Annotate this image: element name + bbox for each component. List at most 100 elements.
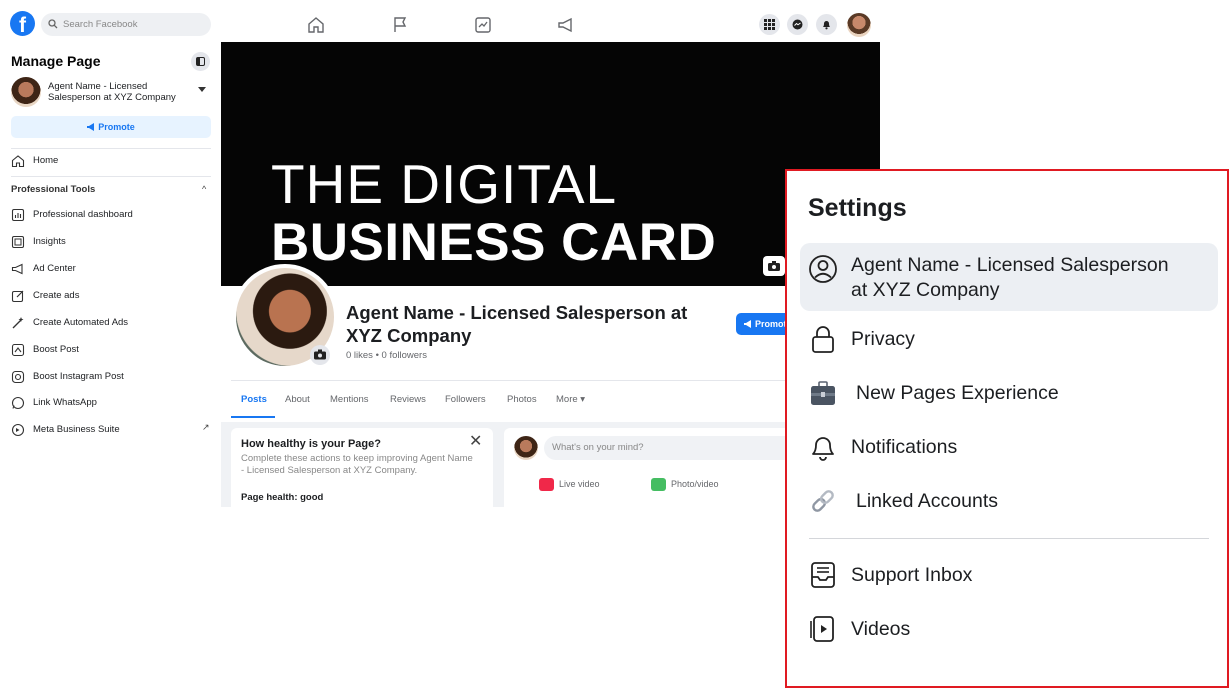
top-navigation-bar: f Search Facebook <box>0 0 880 44</box>
account-circle-icon <box>809 255 837 283</box>
bell-icon <box>812 437 834 461</box>
home-icon <box>11 155 25 168</box>
settings-item-label: Notifications <box>851 436 958 458</box>
megaphone-icon <box>744 320 751 328</box>
caret-down-icon[interactable] <box>198 87 206 92</box>
dashboard-icon <box>11 208 25 222</box>
megaphone-icon <box>87 123 95 131</box>
close-icon[interactable]: ✕ <box>469 434 482 450</box>
sidebar-item-ad-center[interactable]: Ad Center <box>11 260 76 278</box>
menu-grid-button[interactable] <box>759 14 780 35</box>
edit-profile-picture-button[interactable] <box>310 345 330 365</box>
messenger-button[interactable] <box>787 14 808 35</box>
health-card-title: How healthy is your Page? <box>241 438 381 450</box>
composer-avatar <box>514 436 538 460</box>
inbox-icon <box>811 562 835 588</box>
settings-panel: Settings Agent Name - Licensed Salespers… <box>785 169 1229 688</box>
sidebar-divider <box>11 176 211 177</box>
sidebar-item-create-ads[interactable]: Create ads <box>11 287 79 305</box>
notifications-button[interactable] <box>816 14 837 35</box>
photo-video-label: Photo/video <box>671 479 719 489</box>
business-suite-icon <box>11 423 25 437</box>
lock-icon <box>812 326 834 353</box>
health-card-description: Complete these actions to keep improving… <box>241 453 473 476</box>
facebook-logo[interactable]: f <box>10 11 35 36</box>
manage-page-sidebar: Manage Page Agent Name - Licensed Salesp… <box>0 44 220 514</box>
chevron-up-icon[interactable]: ^ <box>202 184 206 194</box>
sidebar-item-boost-instagram-post[interactable]: Boost Instagram Post <box>11 368 124 386</box>
megaphone-icon <box>11 263 23 275</box>
live-video-label: Live video <box>559 479 600 489</box>
instagram-icon <box>11 370 25 384</box>
edit-cover-button[interactable] <box>763 256 785 276</box>
page-title: Agent Name - Licensed Salesperson at XYZ… <box>346 302 688 346</box>
sidebar-item-label: Link WhatsApp <box>33 397 97 408</box>
camera-icon <box>768 261 780 271</box>
flag-nav-icon[interactable] <box>390 15 410 35</box>
insights-icon <box>11 235 25 249</box>
sidebar-item-label: Ad Center <box>33 263 76 274</box>
page-switcher-name[interactable]: Agent Name - Licensed Salesperson at XYZ… <box>48 81 196 103</box>
page-avatar[interactable] <box>11 77 41 107</box>
sidebar-toggle-icon <box>196 57 205 66</box>
home-nav-icon[interactable] <box>306 15 326 35</box>
photo-video-button[interactable]: Photo/video <box>651 478 719 491</box>
cover-photo[interactable]: THE DIGITAL BUSINESS CARD <box>221 42 880 286</box>
promote-label: Promote <box>98 122 135 132</box>
link-icon <box>812 490 834 512</box>
sidebar-title: Manage Page <box>11 53 101 69</box>
tab-followers[interactable]: Followers <box>445 394 486 405</box>
settings-item-label: Videos <box>851 618 911 640</box>
live-video-icon <box>539 478 554 491</box>
sidebar-item-create-automated-ads[interactable]: Create Automated Ads <box>11 314 128 332</box>
sidebar-item-label: Boost Post <box>33 344 79 355</box>
collapse-sidebar-button[interactable] <box>191 52 210 71</box>
briefcase-icon <box>811 381 835 405</box>
search-input[interactable]: Search Facebook <box>41 13 211 36</box>
sidebar-item-meta-business-suite[interactable]: Meta Business Suite <box>11 421 120 439</box>
active-tab-indicator <box>231 416 275 418</box>
sidebar-item-boost-post[interactable]: Boost Post <box>11 341 79 359</box>
sidebar-item-label: Boost Instagram Post <box>33 371 124 382</box>
sidebar-divider <box>11 148 211 149</box>
bell-icon <box>823 21 830 30</box>
sidebar-item-link-whatsapp[interactable]: Link WhatsApp <box>11 394 97 412</box>
sidebar-item-insights[interactable]: Insights <box>11 233 66 251</box>
camera-icon <box>314 349 326 360</box>
settings-item-label: Privacy <box>851 328 915 350</box>
account-avatar[interactable] <box>847 13 871 37</box>
photo-video-icon <box>651 478 666 491</box>
tab-reviews[interactable]: Reviews <box>390 394 426 405</box>
insights-nav-icon[interactable] <box>473 15 493 35</box>
tab-more[interactable]: More ▾ <box>556 394 585 405</box>
external-link-icon[interactable]: ↗ <box>202 422 210 433</box>
page-health-status: Page health: good <box>241 492 324 503</box>
tab-photos[interactable]: Photos <box>507 394 537 405</box>
tab-posts[interactable]: Posts <box>241 394 267 405</box>
edit-icon <box>11 290 24 303</box>
sidebar-item-label: Insights <box>33 236 66 247</box>
grid-icon <box>764 19 775 30</box>
sidebar-item-label: Home <box>33 155 59 166</box>
tab-about[interactable]: About <box>285 394 310 405</box>
sidebar-item-label: Create ads <box>33 290 80 301</box>
megaphone-nav-icon[interactable] <box>556 15 576 35</box>
settings-item-label: Support Inbox <box>851 564 973 586</box>
page-stats: 0 likes • 0 followers <box>346 350 427 361</box>
page-health-card: How healthy is your Page? ✕ Complete the… <box>231 428 493 507</box>
cover-text-line1: THE DIGITAL <box>271 153 618 215</box>
boost-icon <box>11 343 25 357</box>
page-main-area: THE DIGITAL BUSINESS CARD Agent Name - L… <box>221 42 880 507</box>
sidebar-item-professional-dashboard[interactable]: Professional dashboard <box>11 206 133 224</box>
video-icon <box>810 616 834 642</box>
professional-tools-heading: Professional Tools <box>11 184 96 195</box>
tabs-divider <box>231 380 871 381</box>
settings-divider <box>809 538 1209 539</box>
search-icon <box>48 19 58 29</box>
sidebar-item-home[interactable]: Home <box>11 152 58 170</box>
magic-wand-icon <box>12 317 24 329</box>
settings-account-label-line1: Agent Name - Licensed Salesperson <box>851 254 1169 276</box>
live-video-button[interactable]: Live video <box>539 478 600 491</box>
tab-mentions[interactable]: Mentions <box>330 394 369 405</box>
promote-button[interactable]: Promote <box>11 116 211 138</box>
